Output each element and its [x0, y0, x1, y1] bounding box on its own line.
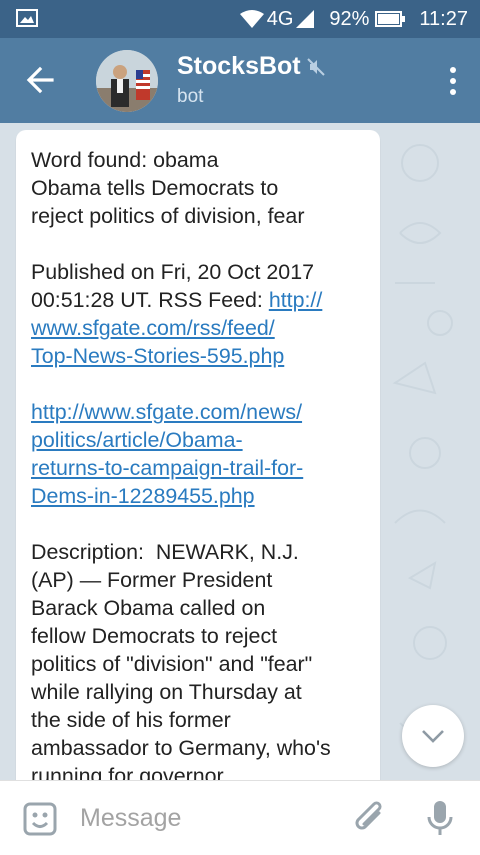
message-headline: Obama tells Democrats to reject politics…	[31, 176, 305, 228]
battery-icon	[375, 11, 406, 27]
message-input[interactable]	[78, 799, 342, 837]
chat-title-text: StocksBot	[177, 52, 301, 80]
message-description: Description: NEWARK, N.J. (AP) — Former …	[31, 540, 331, 780]
chevron-down-icon	[422, 730, 444, 743]
back-arrow-icon[interactable]	[22, 62, 62, 98]
avatar[interactable]	[96, 50, 158, 112]
message-word-found: Word found: obama	[31, 148, 219, 172]
chat-title[interactable]: StocksBot	[177, 52, 325, 81]
message-input-bar	[0, 780, 480, 855]
mic-icon[interactable]	[426, 799, 454, 837]
more-vert-icon[interactable]	[448, 66, 458, 96]
chat-area[interactable]: Word found: obama Obama tells Democrats …	[0, 123, 480, 780]
chat-header: StocksBot bot	[0, 38, 480, 123]
article-link[interactable]: http://www.sfgate.com/news/ politics/art…	[31, 400, 303, 508]
battery-percent: 92%	[329, 7, 370, 30]
signal-icon	[295, 9, 315, 29]
message-bubble: Word found: obama Obama tells Democrats …	[16, 130, 380, 780]
chat-subtitle: bot	[177, 86, 204, 107]
message-text: Word found: obama Obama tells Democrats …	[31, 146, 371, 780]
network-type: 4G	[266, 7, 294, 30]
emoji-icon[interactable]	[22, 801, 58, 837]
attach-icon[interactable]	[352, 799, 388, 837]
wifi-icon	[239, 9, 265, 29]
clock: 11:27	[419, 7, 468, 30]
image-notification-icon	[16, 9, 38, 27]
scroll-down-button[interactable]	[402, 705, 464, 767]
status-bar: 4G 92% 11:27	[0, 0, 480, 38]
muted-icon	[306, 57, 325, 76]
